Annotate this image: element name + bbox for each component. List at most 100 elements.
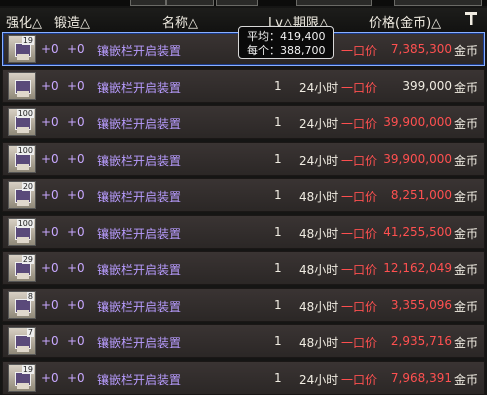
price-value: 7,385,300 — [390, 42, 452, 56]
item-name[interactable]: 镶嵌栏开启装置 — [97, 334, 181, 351]
socket-opener-item-icon[interactable]: 7 — [8, 327, 36, 355]
toolbar-tab[interactable] — [296, 0, 372, 6]
item-level: 1 — [274, 370, 282, 385]
buyout-type: 一口价 — [341, 44, 378, 58]
listing-duration: 48小时 — [299, 336, 339, 350]
currency-label: 金币 — [453, 190, 478, 204]
sort-forge-header[interactable]: 锻造△ — [54, 12, 90, 31]
stack-count: 29 — [21, 255, 34, 264]
item-name[interactable]: 镶嵌栏开启装置 — [97, 371, 181, 388]
toolbar-tab[interactable] — [216, 0, 258, 6]
socket-opener-item-icon[interactable]: 29 — [8, 254, 36, 282]
currency-label: 金币 — [453, 44, 478, 58]
stack-count: 100 — [16, 109, 34, 118]
item-level: 1 — [274, 188, 282, 202]
item-level: 1 — [274, 334, 282, 348]
socket-opener-item-icon[interactable]: 100 — [8, 144, 36, 173]
enhance-value: +0 — [41, 78, 59, 93]
auction-row[interactable]: 100 +0 +0 镶嵌栏开启装置 1 24小时 一口价 39,900,000 … — [2, 105, 485, 139]
auction-row[interactable]: 19 +0 +0 镶嵌栏开启装置 1 24小时 一口价 7,968,391 金币 — [2, 360, 485, 395]
item-name[interactable]: 镶嵌栏开启装置 — [97, 261, 181, 278]
item-name[interactable]: 镶嵌栏开启装置 — [97, 188, 181, 205]
socket-opener-item-icon[interactable]: 100 — [8, 108, 36, 136]
item-name[interactable]: 镶嵌栏开启装置 — [97, 225, 181, 242]
currency-label: 金币 — [453, 263, 478, 277]
auction-row[interactable]: +0 +0 镶嵌栏开启装置 1 24小时 一口价 399,000 金币 — [2, 68, 485, 103]
price-value: 41,255,500 — [383, 224, 452, 239]
auction-row[interactable]: 100 +0 +0 镶嵌栏开启装置 1 48小时 一口价 41,255,500 … — [2, 214, 485, 249]
price-value: 2,935,716 — [390, 334, 452, 348]
listing-duration: 48小时 — [299, 190, 339, 204]
socket-opener-item-icon[interactable]: 20 — [8, 181, 36, 209]
stack-count: 100 — [16, 145, 34, 155]
item-level: 1 — [274, 297, 282, 312]
stack-count: 20 — [21, 182, 34, 191]
item-name[interactable]: 镶嵌栏开启装置 — [97, 79, 181, 96]
item-name[interactable]: 镶嵌栏开启装置 — [97, 298, 181, 315]
price-value: 12,162,049 — [383, 261, 452, 275]
forge-value: +0 — [67, 224, 85, 239]
price-tooltip: 平均：419,400 每个：388,700 — [238, 26, 334, 59]
buyout-type: 一口价 — [341, 372, 378, 387]
hammer-icon[interactable] — [463, 10, 479, 30]
sort-name-header[interactable]: 名称△ — [162, 12, 198, 31]
item-name[interactable]: 镶嵌栏开启装置 — [97, 115, 181, 132]
top-toolbar-strip — [0, 0, 487, 6]
forge-value: +0 — [67, 188, 85, 202]
forge-value: +0 — [67, 297, 85, 312]
socket-opener-item-icon[interactable]: 19 — [8, 35, 36, 63]
item-level: 1 — [274, 151, 282, 166]
buyout-type: 一口价 — [341, 117, 378, 131]
forge-value: +0 — [67, 42, 85, 56]
auction-row[interactable]: 100 +0 +0 镶嵌栏开启装置 1 24小时 一口价 39,900,000 … — [2, 141, 485, 176]
stack-count: 7 — [26, 328, 34, 337]
listing-duration: 48小时 — [299, 226, 339, 241]
buyout-type: 一口价 — [341, 153, 378, 168]
forge-value: +0 — [67, 370, 85, 385]
socket-opener-item-icon[interactable] — [8, 71, 36, 100]
price-value: 39,900,000 — [383, 115, 452, 129]
stack-count: 100 — [16, 218, 34, 228]
auction-row[interactable]: 20 +0 +0 镶嵌栏开启装置 1 48小时 一口价 8,251,000 金币 — [2, 178, 485, 212]
enhance-value: +0 — [41, 188, 59, 202]
enhance-value: +0 — [41, 297, 59, 312]
forge-value: +0 — [67, 334, 85, 348]
listing-duration: 24小时 — [299, 117, 339, 131]
currency-label: 金币 — [453, 153, 478, 168]
socket-opener-item-icon[interactable]: 100 — [8, 217, 36, 246]
forge-value: +0 — [67, 78, 85, 93]
price-value: 3,355,096 — [390, 297, 452, 312]
enhance-value: +0 — [41, 151, 59, 166]
enhance-value: +0 — [41, 261, 59, 275]
buyout-type: 一口价 — [341, 263, 378, 277]
item-level: 1 — [274, 261, 282, 275]
currency-label: 金币 — [453, 117, 478, 131]
unit-price-label: 每个：388,700 — [247, 44, 326, 57]
listing-duration: 24小时 — [299, 153, 339, 168]
socket-opener-item-icon[interactable]: 19 — [8, 363, 36, 392]
stack-count: 19 — [21, 364, 34, 374]
sort-price-header[interactable]: 价格(金币)△ — [369, 12, 441, 31]
item-level: 1 — [274, 78, 282, 93]
price-value: 8,251,000 — [390, 188, 452, 202]
item-name[interactable]: 镶嵌栏开启装置 — [97, 42, 181, 59]
auction-row[interactable]: 8 +0 +0 镶嵌栏开启装置 1 48小时 一口价 3,355,096 金币 — [2, 287, 485, 322]
toolbar-tab[interactable] — [166, 0, 214, 6]
currency-label: 金币 — [453, 226, 478, 241]
enhance-value: +0 — [41, 370, 59, 385]
enhance-value: +0 — [41, 115, 59, 129]
listing-duration: 24小时 — [299, 372, 339, 387]
stack-count: 19 — [21, 36, 34, 45]
buyout-type: 一口价 — [341, 336, 378, 350]
buyout-type: 一口价 — [341, 80, 378, 95]
item-level: 1 — [274, 224, 282, 239]
listing-duration: 48小时 — [299, 299, 339, 314]
auction-row[interactable]: 7 +0 +0 镶嵌栏开启装置 1 48小时 一口价 2,935,716 金币 — [2, 324, 485, 358]
enhance-value: +0 — [41, 42, 59, 56]
toolbar-tab[interactable] — [394, 0, 482, 6]
toolbar-tab[interactable] — [130, 0, 166, 6]
auction-row[interactable]: 29 +0 +0 镶嵌栏开启装置 1 48小时 一口价 12,162,049 金… — [2, 251, 485, 285]
sort-enhance-header[interactable]: 强化△ — [6, 12, 42, 31]
socket-opener-item-icon[interactable]: 8 — [8, 290, 36, 319]
item-name[interactable]: 镶嵌栏开启装置 — [97, 152, 181, 169]
